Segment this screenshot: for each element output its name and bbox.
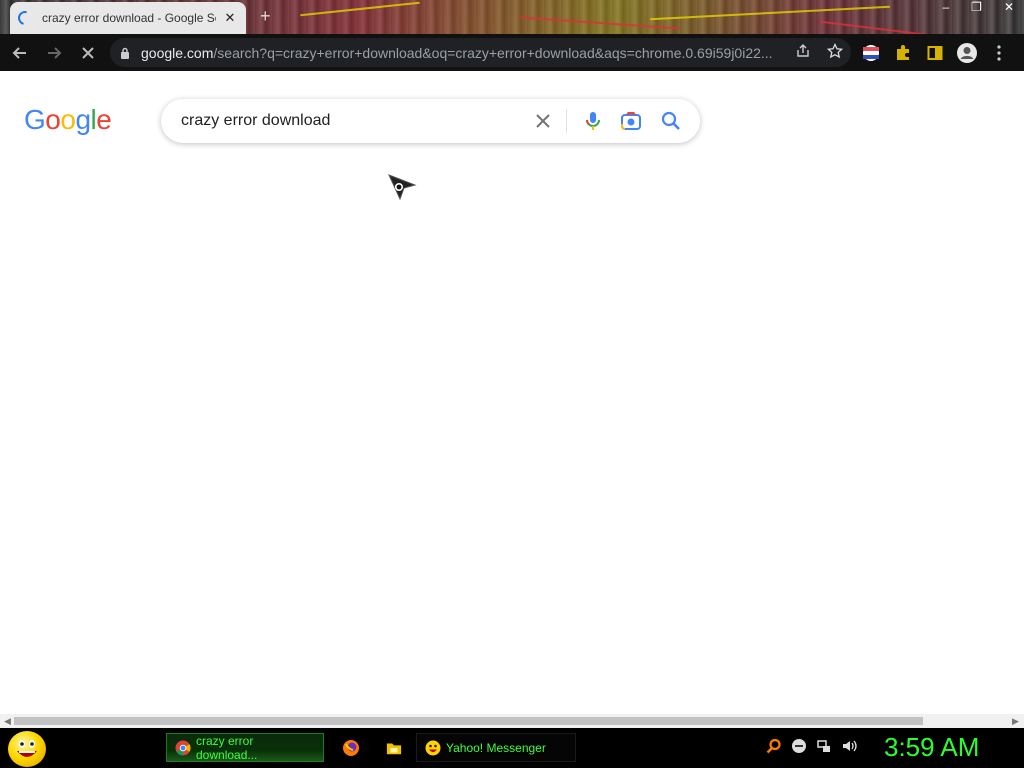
url-domain: google.com	[141, 44, 214, 61]
scroll-left-arrow-icon[interactable]: ◀	[4, 716, 11, 727]
profile-flag-icon[interactable]	[860, 42, 882, 64]
forward-button[interactable]	[40, 39, 68, 67]
web-page: Google	[0, 71, 1024, 714]
flag-icon	[863, 44, 879, 61]
folder-icon	[386, 743, 402, 754]
back-button[interactable]	[6, 39, 34, 67]
wallpaper-scribble	[300, 1, 420, 17]
close-window-button[interactable]: ✕	[1004, 0, 1014, 16]
taskbar-yahoo-messenger[interactable]: Yahoo! Messenger	[416, 733, 576, 762]
url-text[interactable]: google.com/search?q=crazy+error+download…	[141, 45, 787, 61]
address-bar[interactable]: google.com/search?q=crazy+error+download…	[110, 38, 851, 67]
horizontal-scrollbar[interactable]: ◀ ▶	[0, 714, 1024, 728]
taskbar: crazy error download... Yahoo! Messenger	[0, 728, 1024, 768]
screen: crazy error download - Google Search ✕ +…	[0, 0, 1024, 768]
tab-active[interactable]: crazy error download - Google Search ✕	[10, 2, 246, 34]
panel-icon	[927, 45, 943, 60]
microphone-icon[interactable]	[581, 109, 605, 133]
yahoo-smiley-icon	[425, 740, 441, 755]
browser-toolbar: google.com/search?q=crazy+error+download…	[0, 34, 1024, 71]
mouse-cursor-icon	[388, 174, 417, 201]
taskbar-clock[interactable]: 3:59 AM	[884, 732, 979, 763]
stop-icon	[82, 46, 94, 59]
bookmark-star-icon[interactable]	[819, 42, 851, 62]
taskbar-item-label: crazy error download...	[196, 733, 258, 762]
tab-close-icon[interactable]: ✕	[222, 10, 238, 26]
search-input[interactable]	[181, 112, 521, 130]
firefox-icon	[343, 739, 359, 756]
logo-letter: g	[75, 104, 91, 135]
lock-icon	[121, 47, 129, 59]
network-icon	[817, 740, 830, 752]
tray-search-icon[interactable]	[766, 738, 782, 754]
avatar-icon	[957, 42, 977, 63]
speaker-icon	[843, 740, 857, 752]
scrollbar-thumb[interactable]	[14, 717, 923, 725]
minimize-button[interactable]: –	[942, 0, 949, 16]
puzzle-icon	[897, 44, 909, 60]
tray-chat-icon[interactable]	[791, 738, 807, 754]
share-arrow-icon	[797, 44, 809, 57]
wallpaper-scribble	[650, 5, 890, 21]
chat-bubble-icon	[792, 739, 806, 753]
taskbar-item-label: Yahoo! Messenger	[446, 740, 546, 755]
taskbar-firefox[interactable]	[334, 733, 368, 762]
new-tab-button[interactable]: +	[260, 6, 271, 26]
tab-title: crazy error download - Google Search	[42, 11, 216, 25]
system-tray	[766, 738, 857, 754]
more-vert-icon	[997, 44, 1001, 61]
logo-letter: e	[96, 104, 112, 135]
browser-titlebar[interactable]: crazy error download - Google Search ✕ +…	[0, 0, 1024, 38]
smiley-face-icon	[17, 740, 37, 757]
star-icon	[826, 42, 844, 59]
start-button-smiley-icon[interactable]	[8, 731, 46, 767]
loading-spinner-icon	[15, 8, 35, 28]
maximize-button[interactable]: ❐	[971, 0, 982, 16]
logo-letter: o	[60, 104, 76, 135]
stop-loading-button[interactable]	[74, 39, 102, 67]
search-box[interactable]	[161, 99, 700, 143]
profile-avatar-icon[interactable]	[956, 42, 978, 64]
tray-network-icon[interactable]	[816, 738, 832, 754]
scroll-right-arrow-icon[interactable]: ▶	[1012, 716, 1019, 727]
window-controls: – ❐ ✕	[942, 0, 1014, 16]
google-logo[interactable]: Google	[24, 104, 112, 136]
share-icon[interactable]	[787, 43, 819, 62]
extensions-puzzle-icon[interactable]	[892, 42, 914, 64]
extension-icons	[860, 34, 1010, 71]
search-icon[interactable]	[659, 109, 683, 133]
clear-search-icon[interactable]	[531, 109, 555, 133]
chrome-icon	[175, 740, 191, 755]
logo-letter: G	[24, 104, 46, 135]
camera-search-icon[interactable]	[619, 109, 643, 133]
side-panel-icon[interactable]	[924, 42, 946, 64]
search-divider	[566, 109, 567, 133]
tray-volume-icon[interactable]	[841, 738, 857, 754]
arrow-left-icon	[12, 46, 26, 59]
url-path: /search?q=crazy+error+download&oq=crazy+…	[213, 44, 773, 61]
menu-kebab-icon[interactable]	[988, 42, 1010, 64]
taskbar-chrome-window[interactable]: crazy error download...	[166, 733, 324, 762]
taskbar-file-explorer[interactable]	[378, 733, 410, 762]
magnifier-icon	[766, 738, 781, 754]
arrow-right-icon	[48, 46, 62, 59]
logo-letter: o	[45, 104, 61, 135]
